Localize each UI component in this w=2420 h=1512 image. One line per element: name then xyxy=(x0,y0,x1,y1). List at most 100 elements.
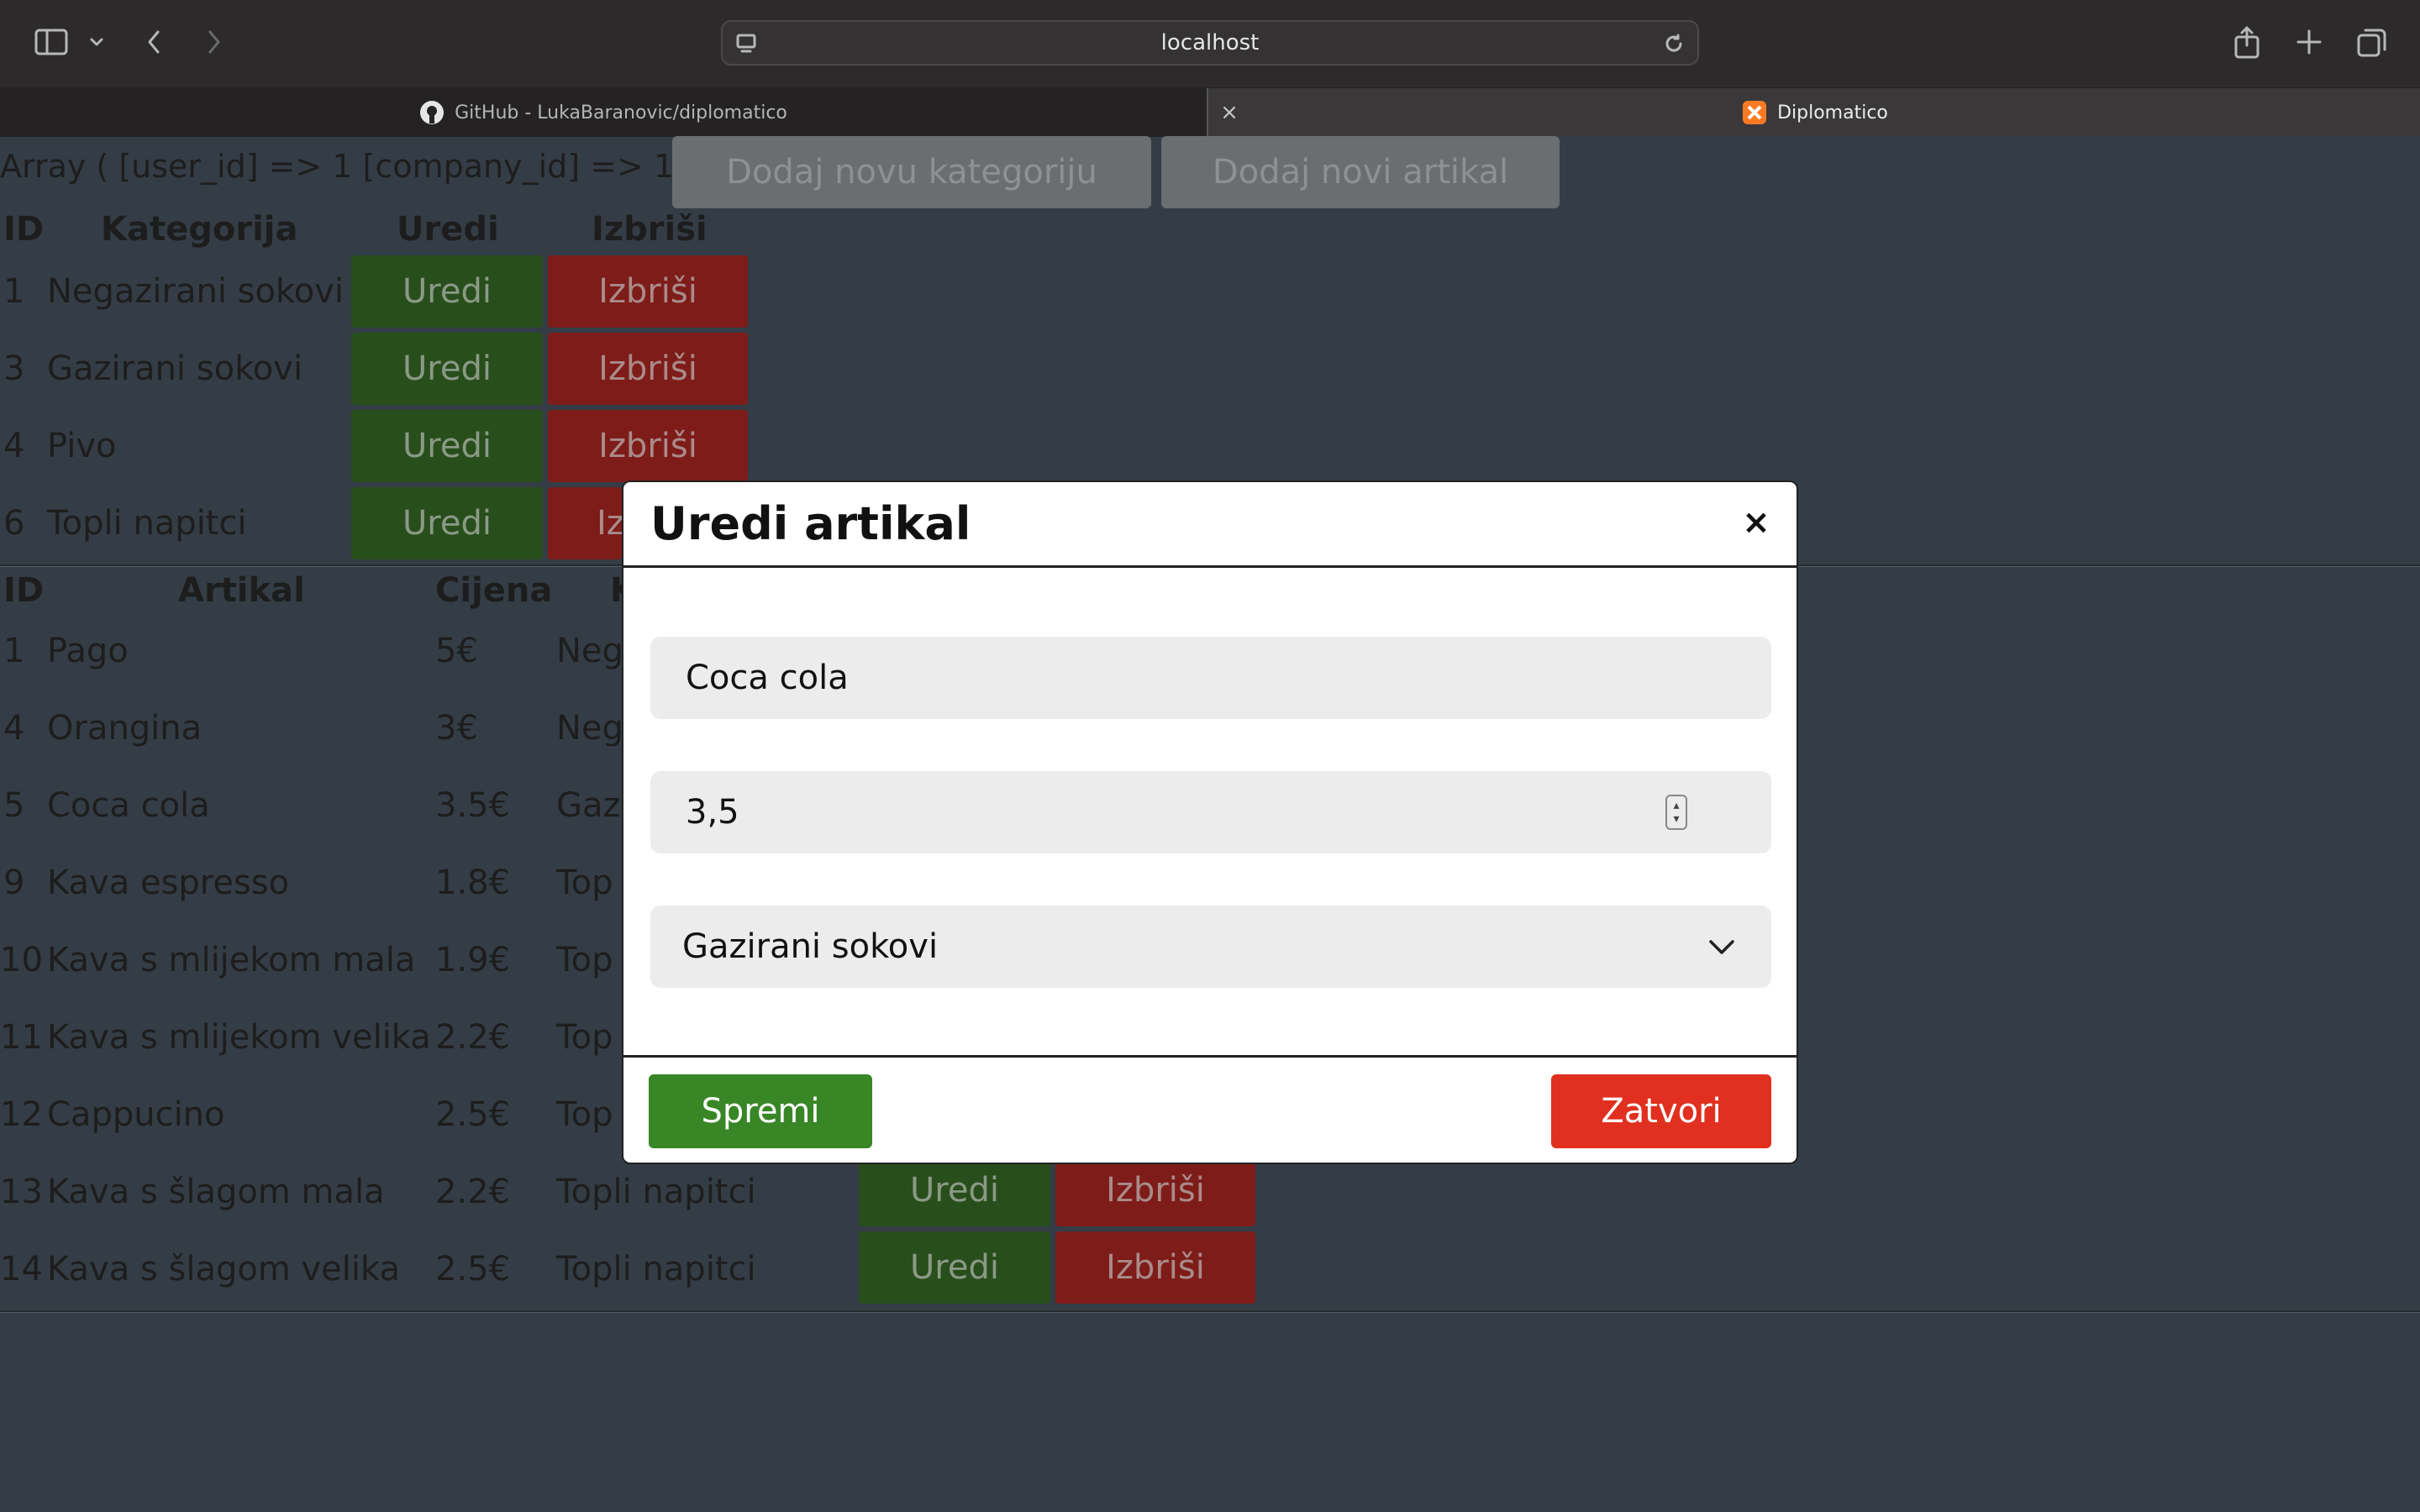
article-id: 5 xyxy=(3,786,25,825)
browser-toolbar: localhost xyxy=(0,0,2420,87)
forward-icon[interactable] xyxy=(202,25,227,59)
article-price: 3€ xyxy=(435,709,478,748)
delete-category-button[interactable]: Izbriši xyxy=(548,410,748,482)
article-category: Topli napitci xyxy=(556,1250,756,1289)
article-price: 2.2€ xyxy=(435,1018,511,1057)
article-price: 1.9€ xyxy=(435,941,511,979)
edit-article-button[interactable]: Uredi xyxy=(859,1154,1050,1226)
back-icon[interactable] xyxy=(141,25,166,59)
xampp-icon xyxy=(1742,100,1767,125)
article-price: 2.5€ xyxy=(435,1095,511,1134)
edit-category-button[interactable]: Uredi xyxy=(351,255,543,328)
tab-overview-icon[interactable] xyxy=(2354,24,2390,60)
article-category-value: Gazirani sokovi xyxy=(682,927,939,966)
col-header-edit: Uredi xyxy=(397,210,499,249)
col-header-article: Artikal xyxy=(178,571,305,610)
chevron-down-icon xyxy=(1709,940,1734,954)
number-stepper-icon[interactable]: ▴ ▾ xyxy=(1665,795,1687,830)
col-header-id: ID xyxy=(3,210,45,249)
close-button[interactable]: Zatvori xyxy=(1551,1074,1771,1148)
article-name: Kava s šlagom velika xyxy=(47,1250,400,1289)
article-id: 10 xyxy=(0,941,43,979)
category-name: Pivo xyxy=(47,427,117,465)
modal-footer: Spremi Zatvori xyxy=(623,1055,1797,1163)
article-name: Kava s mlijekom velika xyxy=(47,1018,431,1057)
category-id: 4 xyxy=(3,427,25,465)
article-category: Top xyxy=(556,1095,613,1134)
article-name: Kava s šlagom mala xyxy=(47,1173,385,1211)
tab-diplomatico[interactable]: Diplomatico xyxy=(1210,88,2420,137)
edit-category-button[interactable]: Uredi xyxy=(351,487,543,559)
delete-category-button[interactable]: Izbriši xyxy=(548,333,748,405)
address-bar[interactable]: localhost xyxy=(721,20,1699,66)
article-id: 14 xyxy=(0,1250,43,1289)
article-id: 13 xyxy=(0,1173,43,1211)
category-name: Topli napitci xyxy=(47,504,247,543)
add-article-button[interactable]: Dodaj novi artikal xyxy=(1161,136,1560,208)
article-name: Pago xyxy=(47,632,129,670)
delete-category-button[interactable]: Iz xyxy=(548,487,624,559)
article-price: 2.5€ xyxy=(435,1250,511,1289)
article-name-input[interactable]: Coca cola xyxy=(650,637,1771,719)
tab-label: Diplomatico xyxy=(1777,102,1888,123)
edit-category-button[interactable]: Uredi xyxy=(351,410,543,482)
col-header-delete: Izbriši xyxy=(592,210,708,249)
edit-article-button[interactable]: Uredi xyxy=(859,1231,1050,1304)
article-name: Cappucino xyxy=(47,1095,225,1134)
article-category: Gaz xyxy=(556,786,621,825)
col-header-category: Kategorija xyxy=(101,210,298,249)
tab-github[interactable]: GitHub - LukaBaranovic/diplomatico xyxy=(0,88,1208,137)
article-name: Kava espresso xyxy=(47,864,290,902)
article-category-select[interactable]: Gazirani sokovi xyxy=(650,906,1771,988)
col-header-id: ID xyxy=(3,571,45,610)
article-id: 12 xyxy=(0,1095,43,1134)
delete-category-button[interactable]: Izbriši xyxy=(548,255,748,328)
reload-icon[interactable] xyxy=(1662,32,1686,55)
modal-title: Uredi artikal xyxy=(650,497,971,550)
category-id: 3 xyxy=(3,349,25,388)
add-category-button[interactable]: Dodaj novu kategoriju xyxy=(672,136,1151,208)
debug-array-text: Array ( [user_id] => 1 [company_id] => 1… xyxy=(0,148,697,185)
article-category: Top xyxy=(556,1018,613,1057)
chevron-down-icon[interactable] xyxy=(87,30,106,54)
article-category: Top xyxy=(556,864,613,902)
edit-article-modal: Uredi artikal × Coca cola 3,5 ▴ ▾ Gaziran… xyxy=(622,480,1798,1164)
article-price: 1.8€ xyxy=(435,864,511,902)
delete-article-button[interactable]: Izbriši xyxy=(1055,1231,1255,1304)
close-icon[interactable]: × xyxy=(1741,506,1771,539)
url-text: localhost xyxy=(1160,30,1260,55)
github-icon xyxy=(419,100,445,125)
article-price: 2.2€ xyxy=(435,1173,511,1211)
article-id: 11 xyxy=(0,1018,43,1057)
delete-article-button[interactable]: Izbriši xyxy=(1055,1154,1255,1226)
sidebar-toggle-icon[interactable] xyxy=(32,25,71,59)
article-price: 3.5€ xyxy=(435,786,511,825)
article-name: Kava s mlijekom mala xyxy=(47,941,416,979)
article-name: Coca cola xyxy=(47,786,210,825)
article-id: 9 xyxy=(3,864,25,902)
share-icon[interactable] xyxy=(2230,24,2264,60)
article-id: 4 xyxy=(3,709,25,748)
category-name: Negazirani sokovi xyxy=(47,272,344,311)
article-category: Top xyxy=(556,941,613,979)
tab-bar: GitHub - LukaBaranovic/diplomatico × Dip… xyxy=(0,87,2420,137)
category-name: Gazirani sokovi xyxy=(47,349,303,388)
article-name-value: Coca cola xyxy=(686,659,849,697)
tab-label: GitHub - LukaBaranovic/diplomatico xyxy=(455,102,787,123)
article-price: 5€ xyxy=(435,632,478,670)
modal-header: Uredi artikal × xyxy=(623,482,1797,568)
article-category: Neg xyxy=(556,632,623,670)
article-category: Neg xyxy=(556,709,623,748)
col-header-price: Cijena xyxy=(435,571,553,610)
new-tab-icon[interactable] xyxy=(2292,25,2326,59)
delete-label-partial: Iz xyxy=(597,504,624,543)
article-category: Topli napitci xyxy=(556,1173,756,1211)
edit-category-button[interactable]: Uredi xyxy=(351,333,543,405)
article-id: 1 xyxy=(3,632,25,670)
divider xyxy=(0,1310,2420,1313)
article-name: Orangina xyxy=(47,709,203,748)
category-id: 6 xyxy=(3,504,25,543)
article-price-value: 3,5 xyxy=(686,793,739,832)
save-button[interactable]: Spremi xyxy=(649,1074,872,1148)
article-price-input[interactable]: 3,5 ▴ ▾ xyxy=(650,771,1771,853)
